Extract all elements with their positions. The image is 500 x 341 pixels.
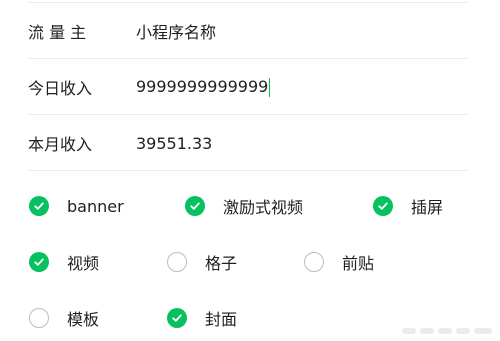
- check-circle-icon: [185, 196, 205, 216]
- row-divider: [28, 170, 468, 171]
- option-label: 封面: [205, 310, 238, 329]
- traffic-owner-label: 流 量 主: [28, 23, 87, 42]
- option-label: 格子: [205, 254, 238, 273]
- traffic-owner-row: 流 量 主 小程序名称: [28, 3, 468, 59]
- option-video[interactable]: 视频: [29, 250, 99, 274]
- option-grid[interactable]: 格子: [167, 250, 237, 274]
- option-label: 视频: [67, 254, 100, 273]
- option-preroll[interactable]: 前贴: [304, 250, 374, 274]
- check-circle-icon: [167, 308, 187, 328]
- option-label: 前贴: [342, 254, 375, 273]
- empty-circle-icon: [304, 252, 324, 272]
- empty-circle-icon: [29, 308, 49, 328]
- today-income-value: 9999999999999: [136, 77, 269, 96]
- month-income-value: 39551.33: [136, 133, 213, 153]
- month-income-label: 本月收入: [28, 135, 93, 154]
- option-label: 插屏: [411, 198, 444, 217]
- option-label: banner: [67, 196, 124, 216]
- traffic-owner-value: 小程序名称: [136, 23, 217, 42]
- month-income-row: 本月收入 39551.33: [28, 115, 468, 171]
- text-caret: [269, 78, 271, 97]
- empty-circle-icon: [167, 252, 187, 272]
- option-label: 激励式视频: [223, 198, 304, 217]
- today-income-row: 今日收入 9999999999999: [28, 59, 468, 115]
- check-circle-icon: [29, 252, 49, 272]
- option-banner[interactable]: banner: [29, 194, 124, 218]
- option-label: 模板: [67, 310, 100, 329]
- today-income-label: 今日收入: [28, 79, 93, 98]
- watermark-graphic: [402, 328, 492, 334]
- ad-settings-page: 流 量 主 小程序名称 今日收入 9999999999999 本月收入 3955…: [0, 0, 500, 341]
- check-circle-icon: [373, 196, 393, 216]
- today-income-input[interactable]: 9999999999999: [136, 77, 271, 97]
- option-cover[interactable]: 封面: [167, 306, 237, 330]
- option-rewarded-video[interactable]: 激励式视频: [185, 194, 303, 218]
- check-circle-icon: [29, 196, 49, 216]
- option-interstitial[interactable]: 插屏: [373, 194, 443, 218]
- option-template[interactable]: 模板: [29, 306, 99, 330]
